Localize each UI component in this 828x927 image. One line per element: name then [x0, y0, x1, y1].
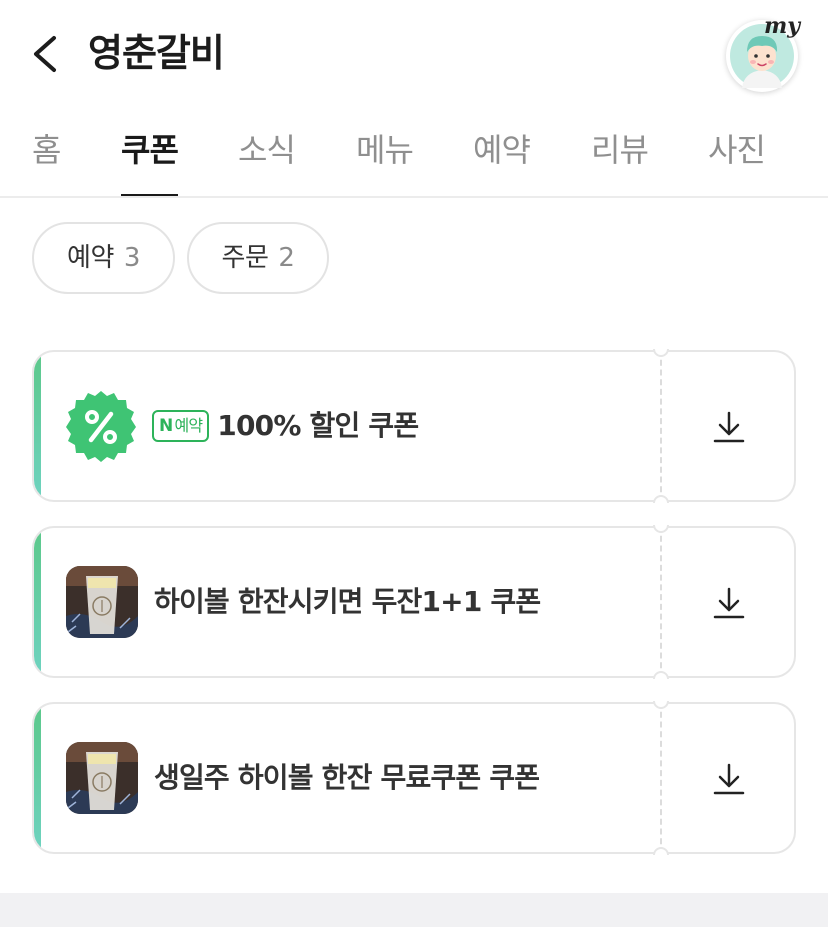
coupon-card[interactable]: 하이볼 한잔시키면 두잔1+1 쿠폰 — [32, 525, 796, 679]
coupon-title-row: N 예약 100% 할인 쿠폰 — [152, 404, 419, 448]
coupon-body: 생일주 하이볼 한잔 무료쿠폰 쿠폰 — [32, 702, 662, 854]
coupon-body: 하이볼 한잔시키면 두잔1+1 쿠폰 — [32, 526, 662, 678]
highball-photo — [66, 742, 138, 814]
badge-text: 예약 — [174, 416, 203, 435]
ticket-notch — [653, 847, 669, 855]
filter-chip-count: 2 — [278, 243, 295, 273]
filter-chip-label: 주문 — [221, 243, 269, 273]
coupon-title: 100% 할인 쿠폰 — [217, 409, 419, 442]
section-divider-band — [0, 893, 828, 927]
tab-news[interactable]: 소식 — [238, 128, 296, 172]
highball-photo — [66, 566, 138, 638]
active-tab-indicator — [121, 194, 178, 196]
ticket-notch — [653, 671, 669, 679]
tab-bar: 홈 쿠폰 소식 메뉴 예약 리뷰 사진 — [0, 110, 828, 198]
tab-menu[interactable]: 메뉴 — [356, 128, 414, 172]
tab-home[interactable]: 홈 — [32, 128, 61, 172]
back-arrow-icon[interactable] — [26, 30, 66, 78]
download-icon[interactable] — [712, 586, 746, 620]
filter-chip-count: 3 — [123, 243, 141, 273]
header: 영춘갈비 my — [0, 0, 828, 110]
ticket-notch — [653, 349, 669, 357]
tab-reservation[interactable]: 예약 — [473, 128, 531, 172]
download-icon[interactable] — [712, 762, 746, 796]
tab-review[interactable]: 리뷰 — [591, 128, 649, 172]
filter-chip-label: 예약 — [67, 243, 114, 273]
ticket-notch — [653, 525, 669, 533]
coupon-title: 생일주 하이볼 한잔 무료쿠폰 쿠폰 — [154, 761, 540, 794]
perforation-divider — [660, 350, 662, 502]
tab-photo[interactable]: 사진 — [708, 128, 766, 172]
filter-chip-order[interactable]: 주문 2 — [187, 222, 329, 294]
page-title: 영춘갈비 — [88, 31, 225, 75]
percent-badge-icon — [66, 391, 136, 462]
ticket-notch — [653, 701, 669, 709]
my-label: my — [764, 13, 801, 39]
perforation-divider — [660, 526, 662, 678]
coupon-card[interactable]: N 예약 100% 할인 쿠폰 — [32, 349, 796, 503]
naver-n-icon: N — [159, 416, 173, 436]
coupon-card[interactable]: 생일주 하이볼 한잔 무료쿠폰 쿠폰 — [32, 701, 796, 855]
tab-coupon[interactable]: 쿠폰 — [121, 128, 179, 172]
filter-chip-reservation[interactable]: 예약 3 — [32, 222, 175, 294]
perforation-divider — [660, 702, 662, 854]
naver-reservation-badge: N 예약 — [152, 410, 210, 442]
coupon-body: N 예약 100% 할인 쿠폰 — [32, 350, 662, 502]
ticket-notch — [653, 495, 669, 503]
download-icon[interactable] — [712, 410, 746, 444]
coupon-title: 하이볼 한잔시키면 두잔1+1 쿠폰 — [154, 585, 541, 618]
